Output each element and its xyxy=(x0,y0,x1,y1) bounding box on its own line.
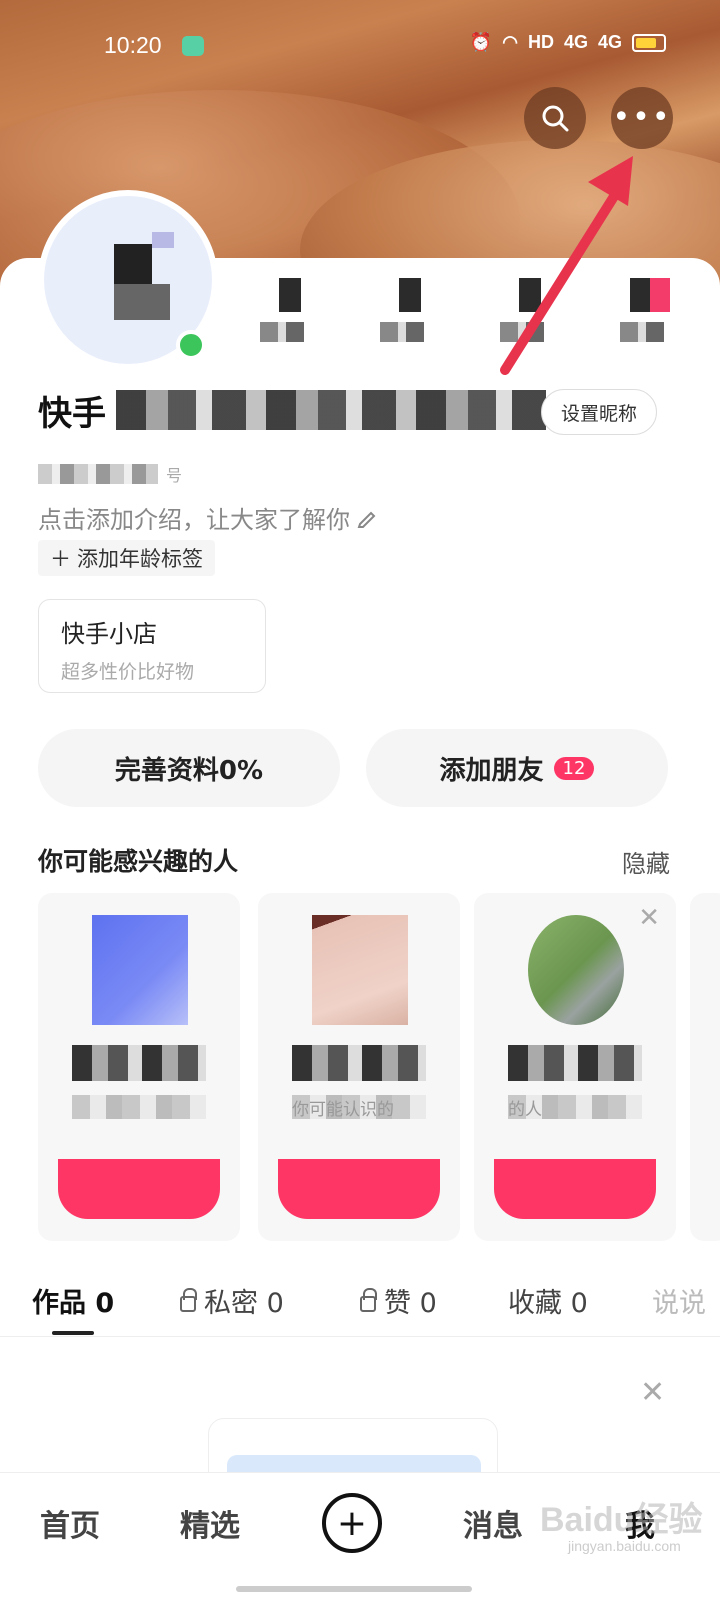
shop-card[interactable]: 快手小店 超多性价比好物 xyxy=(38,599,266,693)
more-dots-icon: ••• xyxy=(612,100,672,135)
alarm-icon: ⏰ xyxy=(469,32,493,52)
tab-private[interactable]: 私密 0 xyxy=(180,1281,284,1320)
signal-4g-icon: 4G xyxy=(563,32,588,52)
recommend-name xyxy=(508,1045,642,1081)
close-icon[interactable]: ✕ xyxy=(640,1375,665,1410)
user-id-suffix: 号 xyxy=(166,466,183,485)
recommend-name xyxy=(292,1045,426,1081)
recommend-reason: 你可能认识的 xyxy=(292,1095,426,1120)
profile-name-blurred xyxy=(116,390,546,430)
search-button[interactable] xyxy=(524,87,586,149)
baidu-watermark: Baidu经验 xyxy=(540,1501,703,1539)
hd-indicator: HD xyxy=(527,32,554,52)
edit-pencil-icon xyxy=(357,511,376,528)
status-bar: 10:20 ⏰ ◠ HD 4G 4G xyxy=(0,28,720,64)
lock-icon xyxy=(180,1287,197,1312)
more-options-button[interactable]: ••• xyxy=(611,87,673,149)
shop-subtitle: 超多性价比好物 xyxy=(61,661,195,683)
search-icon xyxy=(542,105,569,132)
plus-icon: ＋ xyxy=(50,547,71,571)
nav-messages[interactable]: 消息 xyxy=(463,1501,523,1545)
recommend-avatar[interactable] xyxy=(92,915,188,1025)
status-indicators: ⏰ ◠ HD 4G 4G xyxy=(470,32,666,53)
plus-icon: + xyxy=(336,1502,368,1544)
recommend-name xyxy=(72,1045,206,1081)
recommend-avatar[interactable] xyxy=(312,915,408,1025)
content-tabs: 作品 0 私密 0 赞 0 收藏 0 说说 xyxy=(0,1275,720,1337)
recommend-avatar[interactable] xyxy=(528,915,624,1025)
nav-featured[interactable]: 精选 xyxy=(180,1501,240,1545)
follow-button[interactable] xyxy=(494,1159,656,1219)
create-plus-button[interactable]: + xyxy=(322,1493,382,1553)
set-nickname-button[interactable]: 设置昵称 xyxy=(541,389,657,435)
app-notification-icon xyxy=(182,36,204,56)
tab-moments[interactable]: 说说 xyxy=(652,1281,706,1320)
home-indicator[interactable] xyxy=(236,1586,472,1592)
recommend-card[interactable] xyxy=(38,893,240,1241)
close-icon[interactable]: ✕ xyxy=(638,903,660,933)
recommend-card[interactable]: 你可能认识的 xyxy=(258,893,460,1241)
recommend-card[interactable]: ✕ 的人 xyxy=(474,893,676,1241)
recommend-reason xyxy=(72,1095,206,1119)
lock-icon xyxy=(360,1287,377,1312)
user-id-row[interactable]: 号 xyxy=(38,462,182,486)
nav-home[interactable]: 首页 xyxy=(40,1501,100,1545)
shop-title: 快手小店 xyxy=(61,620,157,648)
add-friends-button[interactable]: 添加朋友 12 xyxy=(366,729,668,807)
wifi-icon: ◠ xyxy=(502,32,518,52)
status-time: 10:20 xyxy=(104,32,162,58)
user-id-blurred xyxy=(38,464,158,484)
recommend-section-title: 你可能感兴趣的人 xyxy=(38,847,239,876)
stat-item[interactable] xyxy=(490,278,570,342)
tab-favorites[interactable]: 收藏 0 xyxy=(508,1281,588,1320)
follow-button[interactable] xyxy=(58,1159,220,1219)
active-tab-indicator xyxy=(52,1331,94,1335)
follow-button[interactable] xyxy=(278,1159,440,1219)
hide-recommend-button[interactable]: 隐藏 xyxy=(622,844,670,879)
stat-item[interactable] xyxy=(610,278,690,342)
profile-name-row: 快手 xyxy=(38,388,546,434)
battery-icon xyxy=(632,33,666,52)
profile-name: 快手 xyxy=(38,393,106,434)
recommend-reason: 的人 xyxy=(508,1095,642,1120)
intro-placeholder[interactable]: 点击添加介绍，让大家了解你 xyxy=(38,500,378,535)
baidu-watermark-url: jingyan.baidu.com xyxy=(568,1538,681,1554)
profile-stats xyxy=(250,278,690,342)
add-age-tag-button[interactable]: ＋ 添加年龄标签 xyxy=(38,540,215,576)
signal-4g-icon: 4G xyxy=(597,32,622,52)
friend-count-badge: 12 xyxy=(553,756,595,780)
tab-works[interactable]: 作品 0 xyxy=(32,1281,114,1320)
online-status-dot xyxy=(176,330,206,360)
tab-likes[interactable]: 赞 0 xyxy=(360,1281,437,1320)
complete-profile-button[interactable]: 完善资料0% xyxy=(38,729,340,807)
stat-item[interactable] xyxy=(370,278,450,342)
recommend-card[interactable] xyxy=(690,893,720,1241)
stat-item[interactable] xyxy=(250,278,330,342)
